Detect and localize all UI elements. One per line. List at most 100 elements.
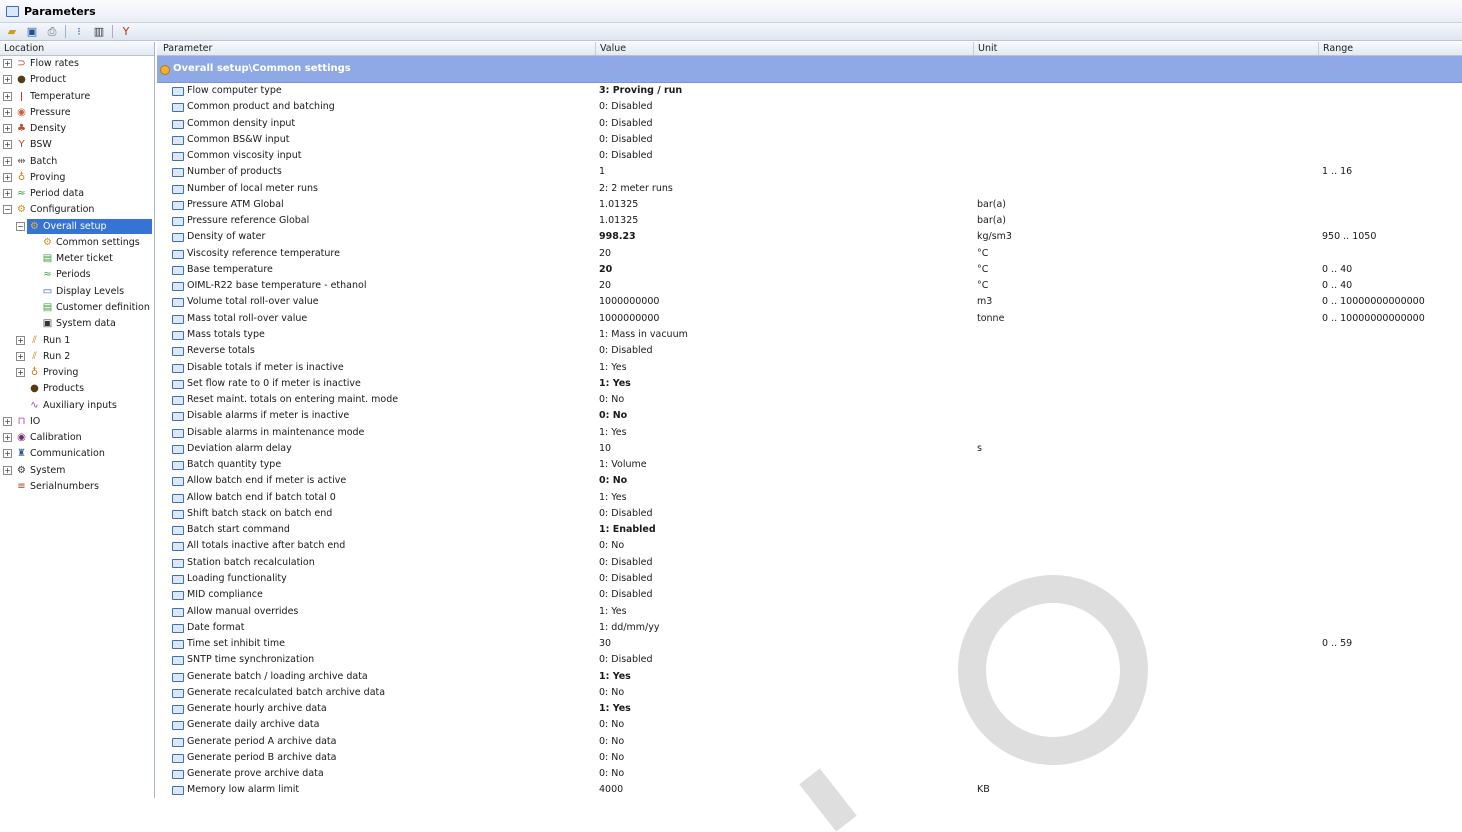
- parameter-row[interactable]: Mass totals type 1: Mass in vacuum: [157, 327, 1462, 343]
- tree-item-products[interactable]: ● Products: [0, 381, 154, 397]
- tree-item-configuration[interactable]: − ⚙ Configuration: [0, 202, 154, 218]
- print-icon[interactable]: ⎙: [44, 25, 60, 39]
- parameter-row[interactable]: Batch quantity type 1: Volume: [157, 457, 1462, 473]
- parameter-row[interactable]: Common BS&W input 0: Disabled: [157, 132, 1462, 148]
- expand-icon[interactable]: +: [3, 449, 12, 459]
- expand-icon[interactable]: +: [3, 465, 12, 475]
- parameter-row[interactable]: Disable alarms if meter is inactive 0: No: [157, 408, 1462, 424]
- parameter-row[interactable]: Allow batch end if meter is active 0: No: [157, 473, 1462, 489]
- parameter-value[interactable]: 0: Disabled: [599, 132, 653, 148]
- tree-item-system[interactable]: + ⚙ System: [0, 463, 154, 479]
- tree-item-proving[interactable]: + ♁ Proving: [0, 170, 154, 186]
- expand-icon[interactable]: +: [3, 91, 12, 101]
- parameter-row[interactable]: Generate batch / loading archive data 1: …: [157, 669, 1462, 685]
- tree-item-bsw[interactable]: + Y BSW: [0, 137, 154, 153]
- parameter-value[interactable]: 0: Disabled: [599, 652, 653, 668]
- parameter-row[interactable]: Mass total roll-over value 1000000000 tonn…: [157, 311, 1462, 327]
- tree-item-flow-rates[interactable]: + ⊃ Flow rates: [0, 56, 154, 72]
- parameter-row[interactable]: Disable totals if meter is inactive 1: Ye…: [157, 360, 1462, 376]
- tree-item-communication[interactable]: + ♜ Communication: [0, 446, 154, 462]
- tree-item-system-data[interactable]: ▣ System data: [0, 316, 154, 332]
- parameter-value[interactable]: 0: No: [599, 685, 624, 701]
- parameter-row[interactable]: Allow manual overrides 1: Yes: [157, 604, 1462, 620]
- parameter-value[interactable]: 20: [599, 278, 611, 294]
- parameter-value[interactable]: 1: [599, 164, 605, 180]
- parameter-row[interactable]: Number of local meter runs 2: 2 meter run…: [157, 181, 1462, 197]
- parameter-row[interactable]: Allow batch end if batch total 0 1: Yes: [157, 490, 1462, 506]
- unit-column-header[interactable]: Unit: [978, 42, 997, 55]
- parameter-value[interactable]: 0: No: [599, 408, 627, 424]
- parameter-value[interactable]: 1: Enabled: [599, 522, 656, 538]
- parameter-row[interactable]: Pressure ATM Global 1.01325 bar(a): [157, 197, 1462, 213]
- parameter-row[interactable]: Generate daily archive data 0: No: [157, 717, 1462, 733]
- parameter-value[interactable]: 0: Disabled: [599, 116, 653, 132]
- parameter-value[interactable]: 0: Disabled: [599, 555, 653, 571]
- parameter-row[interactable]: Loading functionality 0: Disabled: [157, 571, 1462, 587]
- parameter-value[interactable]: 0: Disabled: [599, 571, 653, 587]
- parameter-row[interactable]: Common viscosity input 0: Disabled: [157, 148, 1462, 164]
- tree-item-common-settings[interactable]: ⚙ Common settings: [0, 235, 154, 251]
- expand-icon[interactable]: +: [16, 351, 25, 361]
- expand-icon[interactable]: +: [16, 368, 25, 378]
- tree-item-proving[interactable]: + ♁ Proving: [0, 365, 154, 381]
- parameter-row[interactable]: Common product and batching 0: Disabled: [157, 99, 1462, 115]
- parameter-value[interactable]: 1000000000: [599, 294, 659, 310]
- parameter-value[interactable]: 0: Disabled: [599, 506, 653, 522]
- expand-icon[interactable]: +: [3, 107, 12, 117]
- parameter-value[interactable]: 1: Yes: [599, 669, 631, 685]
- parameter-row[interactable]: Flow computer type 3: Proving / run: [157, 83, 1462, 99]
- tree-item-run-1[interactable]: + ⫽ Run 1: [0, 333, 154, 349]
- parameter-row[interactable]: Pressure reference Global 1.01325 bar(a): [157, 213, 1462, 229]
- parameter-row[interactable]: Set flow rate to 0 if meter is inactive 1…: [157, 376, 1462, 392]
- tree-item-period-data[interactable]: + ≈ Period data: [0, 186, 154, 202]
- parameter-value[interactable]: 1: Yes: [599, 701, 631, 717]
- parameter-value[interactable]: 1: Yes: [599, 425, 627, 441]
- parameter-value[interactable]: 0: No: [599, 734, 624, 750]
- location-column-header[interactable]: Location: [0, 42, 154, 56]
- tree-item-periods[interactable]: ≈ Periods: [0, 267, 154, 283]
- expand-icon[interactable]: +: [3, 172, 12, 182]
- tree-item-serialnumbers[interactable]: ≡ Serialnumbers: [0, 479, 154, 495]
- parameter-value[interactable]: 0: No: [599, 766, 624, 782]
- tree-item-run-2[interactable]: + ⫽ Run 2: [0, 349, 154, 365]
- parameter-row[interactable]: MID compliance 0: Disabled: [157, 587, 1462, 603]
- parameter-row[interactable]: Density of water 998.23 kg/sm3 950 .. 1050: [157, 229, 1462, 245]
- parameter-row[interactable]: OIML-R22 base temperature - ethanol 20 °C 0…: [157, 278, 1462, 294]
- parameter-row[interactable]: Disable alarms in maintenance mode 1: Yes: [157, 425, 1462, 441]
- expand-icon[interactable]: +: [3, 416, 12, 426]
- tree-item-product[interactable]: + ● Product: [0, 72, 154, 88]
- save-icon[interactable]: ▣: [24, 25, 40, 39]
- collapse-icon[interactable]: −: [16, 221, 25, 231]
- parameter-row[interactable]: Time set inhibit time 30 s 0 .. 59: [157, 636, 1462, 652]
- parameter-value[interactable]: 998.23: [599, 229, 636, 245]
- tree-item-customer-definition[interactable]: ▤ Customer definition: [0, 300, 154, 316]
- expand-icon[interactable]: +: [16, 335, 25, 345]
- parameter-row[interactable]: Shift batch stack on batch end 0: Disable…: [157, 506, 1462, 522]
- parameter-value[interactable]: 0: No: [599, 392, 624, 408]
- range-column-header[interactable]: Range: [1323, 42, 1353, 55]
- parameter-row[interactable]: Station batch recalculation 0: Disabled: [157, 555, 1462, 571]
- parameter-value[interactable]: 20: [599, 262, 612, 278]
- parameter-row[interactable]: Reset maint. totals on entering maint. m…: [157, 392, 1462, 408]
- parameter-value[interactable]: 0: Disabled: [599, 343, 653, 359]
- parameter-value[interactable]: 0: Disabled: [599, 99, 653, 115]
- expand-icon[interactable]: +: [3, 156, 12, 166]
- expand-icon[interactable]: +: [3, 140, 12, 150]
- parameter-value[interactable]: 0: Disabled: [599, 587, 653, 603]
- expand-icon[interactable]: +: [3, 75, 12, 85]
- parameter-value[interactable]: 1: dd/mm/yy: [599, 620, 659, 636]
- parameter-row[interactable]: Generate period A archive data 0: No: [157, 734, 1462, 750]
- parameter-value[interactable]: 1: Volume: [599, 457, 647, 473]
- parameter-value[interactable]: 1: Mass in vacuum: [599, 327, 688, 343]
- parameter-value[interactable]: 0: No: [599, 473, 627, 489]
- open-icon[interactable]: ▰: [4, 25, 20, 39]
- tree-item-batch[interactable]: + ⇹ Batch: [0, 154, 154, 170]
- tree-view-icon[interactable]: ⁝: [71, 25, 87, 39]
- tree-item-density[interactable]: + ♣ Density: [0, 121, 154, 137]
- tree-item-overall-setup[interactable]: − ⚙ Overall setup: [0, 218, 154, 235]
- parameter-row[interactable]: Viscosity reference temperature 20 °C: [157, 246, 1462, 262]
- parameter-value[interactable]: 4000: [599, 782, 623, 798]
- parameter-row[interactable]: Number of products 1 1 .. 16: [157, 164, 1462, 180]
- expand-icon[interactable]: +: [3, 189, 12, 199]
- parameter-row[interactable]: Batch start command 1: Enabled: [157, 522, 1462, 538]
